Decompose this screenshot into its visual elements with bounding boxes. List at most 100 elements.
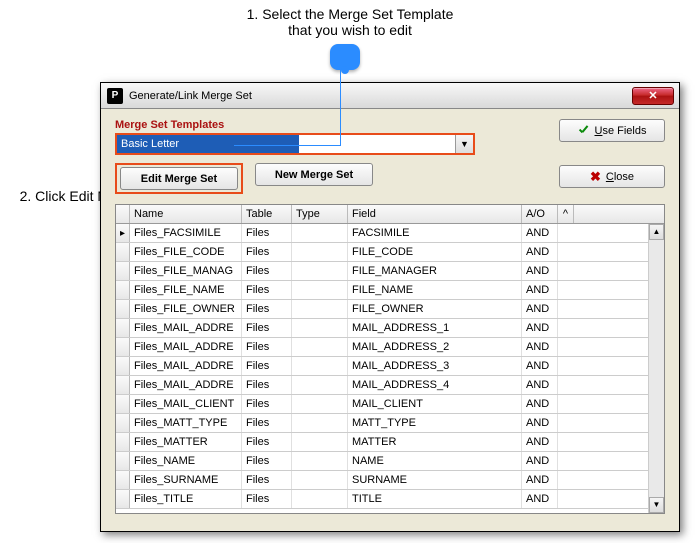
merge-set-templates-label: Merge Set Templates — [115, 119, 551, 131]
cell-field: MAIL_ADDRESS_4 — [348, 376, 522, 394]
button-label: Edit Merge Set — [141, 173, 217, 185]
table-row[interactable]: Files_NAMEFilesNAMEAND — [116, 452, 664, 471]
cell-table: Files — [242, 433, 292, 451]
cell-field: FILE_MANAGER — [348, 262, 522, 280]
cell-ao: AND — [522, 376, 558, 394]
row-marker — [116, 319, 130, 337]
cell-table: Files — [242, 376, 292, 394]
dialog-generate-link-merge-set: P Generate/Link Merge Set ✕ Merge Set Te… — [100, 82, 680, 532]
merge-fields-grid[interactable]: Name Table Type Field A/O ^ ▸Files_FACSI… — [115, 204, 665, 514]
cell-name: Files_MAIL_ADDRE — [130, 357, 242, 375]
col-header-field[interactable]: Field — [348, 205, 522, 223]
annotation-step1: 1. Select the Merge Set Template that yo… — [220, 6, 480, 38]
cell-ao: AND — [522, 433, 558, 451]
scroll-up-button[interactable]: ▲ — [649, 224, 664, 240]
table-row[interactable]: Files_MAIL_ADDREFilesMAIL_ADDRESS_3AND — [116, 357, 664, 376]
cell-name: Files_NAME — [130, 452, 242, 470]
table-row[interactable]: Files_MATTERFilesMATTERAND — [116, 433, 664, 452]
cell-name: Files_MAIL_ADDRE — [130, 319, 242, 337]
table-header-row: Name Table Type Field A/O ^ — [116, 205, 664, 224]
col-header-table[interactable]: Table — [242, 205, 292, 223]
table-row[interactable]: Files_MAIL_CLIENTFilesMAIL_CLIENTAND — [116, 395, 664, 414]
cell-field: MAIL_CLIENT — [348, 395, 522, 413]
table-row[interactable]: Files_FILE_MANAGFilesFILE_MANAGERAND — [116, 262, 664, 281]
cell-ao: AND — [522, 281, 558, 299]
cell-table: Files — [242, 395, 292, 413]
cell-name: Files_MAIL_ADDRE — [130, 338, 242, 356]
cell-table: Files — [242, 300, 292, 318]
combo-spacer — [299, 135, 455, 153]
cell-field: FACSIMILE — [348, 224, 522, 242]
table-row[interactable]: Files_FILE_CODEFilesFILE_CODEAND — [116, 243, 664, 262]
col-header-ao[interactable]: A/O — [522, 205, 558, 223]
cell-table: Files — [242, 414, 292, 432]
table-row[interactable]: Files_MAIL_ADDREFilesMAIL_ADDRESS_2AND — [116, 338, 664, 357]
cell-field: MAIL_ADDRESS_1 — [348, 319, 522, 337]
cell-table: Files — [242, 224, 292, 242]
cell-field: MAIL_ADDRESS_2 — [348, 338, 522, 356]
cell-name: Files_MATT_TYPE — [130, 414, 242, 432]
scroll-down-button[interactable]: ▼ — [649, 497, 664, 513]
cell-type — [292, 243, 348, 261]
new-merge-set-button[interactable]: New Merge Set — [255, 163, 373, 186]
table-row[interactable]: ▸Files_FACSIMILEFiles FACSIMILEAND — [116, 224, 664, 243]
cell-table: Files — [242, 262, 292, 280]
button-label: New Merge Set — [275, 169, 353, 181]
cell-field: MATTER — [348, 433, 522, 451]
cell-ao: AND — [522, 243, 558, 261]
col-header-name[interactable]: Name — [130, 205, 242, 223]
check-icon — [578, 125, 590, 137]
table-row[interactable]: Files_MAIL_ADDREFiles MAIL_ADDRESS_1AND — [116, 319, 664, 338]
cell-type — [292, 414, 348, 432]
cell-ao: AND — [522, 224, 558, 242]
row-marker — [116, 395, 130, 413]
cell-field: FILE_CODE — [348, 243, 522, 261]
table-row[interactable]: Files_TITLEFilesTITLEAND — [116, 490, 664, 509]
table-row[interactable]: Files_FILE_OWNERFilesFILE_OWNERAND — [116, 300, 664, 319]
cell-name: Files_FACSIMILE — [130, 224, 242, 242]
row-marker — [116, 262, 130, 280]
template-combobox[interactable]: ▼ — [115, 133, 475, 155]
row-marker — [116, 281, 130, 299]
template-input[interactable] — [117, 135, 299, 153]
cell-field: SURNAME — [348, 471, 522, 489]
cell-name: Files_FILE_MANAG — [130, 262, 242, 280]
table-row[interactable]: Files_SURNAMEFilesSURNAMEAND — [116, 471, 664, 490]
highlight-edit-merge-set: Edit Merge Set — [115, 163, 243, 194]
vertical-scrollbar[interactable]: ▲ ▼ — [648, 224, 664, 513]
col-header-type[interactable]: Type — [292, 205, 348, 223]
cell-table: Files — [242, 490, 292, 508]
cell-table: Files — [242, 243, 292, 261]
cell-type — [292, 281, 348, 299]
cell-table: Files — [242, 319, 292, 337]
row-marker: ▸ — [116, 224, 130, 242]
cell-name: Files_TITLE — [130, 490, 242, 508]
x-icon: ✖ — [590, 171, 601, 183]
titlebar[interactable]: P Generate/Link Merge Set ✕ — [101, 83, 679, 109]
close-button[interactable]: ✖ Close — [559, 165, 665, 188]
cell-type — [292, 433, 348, 451]
chevron-down-icon[interactable]: ▼ — [455, 135, 473, 153]
cell-type — [292, 471, 348, 489]
window-close-button[interactable]: ✕ — [632, 87, 674, 105]
table-row[interactable]: Files_MAIL_ADDREFilesMAIL_ADDRESS_4AND — [116, 376, 664, 395]
scroll-header-icon: ^ — [558, 205, 574, 223]
use-fields-button[interactable]: Use Fields — [559, 119, 665, 142]
cell-ao: AND — [522, 490, 558, 508]
connector-line — [340, 70, 341, 145]
callout-balloon-1 — [330, 44, 360, 70]
close-icon: ✕ — [648, 90, 657, 102]
row-marker — [116, 433, 130, 451]
button-label: Close — [606, 171, 634, 183]
button-label: Use Fields — [595, 125, 647, 137]
row-marker — [116, 243, 130, 261]
table-row[interactable]: Files_MATT_TYPEFilesMATT_TYPEAND — [116, 414, 664, 433]
edit-merge-set-button[interactable]: Edit Merge Set — [120, 167, 238, 190]
table-row[interactable]: Files_FILE_NAMEFilesFILE_NAMEAND — [116, 281, 664, 300]
cell-type — [292, 300, 348, 318]
row-marker — [116, 452, 130, 470]
cell-ao: AND — [522, 319, 558, 337]
row-marker — [116, 357, 130, 375]
row-marker — [116, 300, 130, 318]
row-marker — [116, 338, 130, 356]
